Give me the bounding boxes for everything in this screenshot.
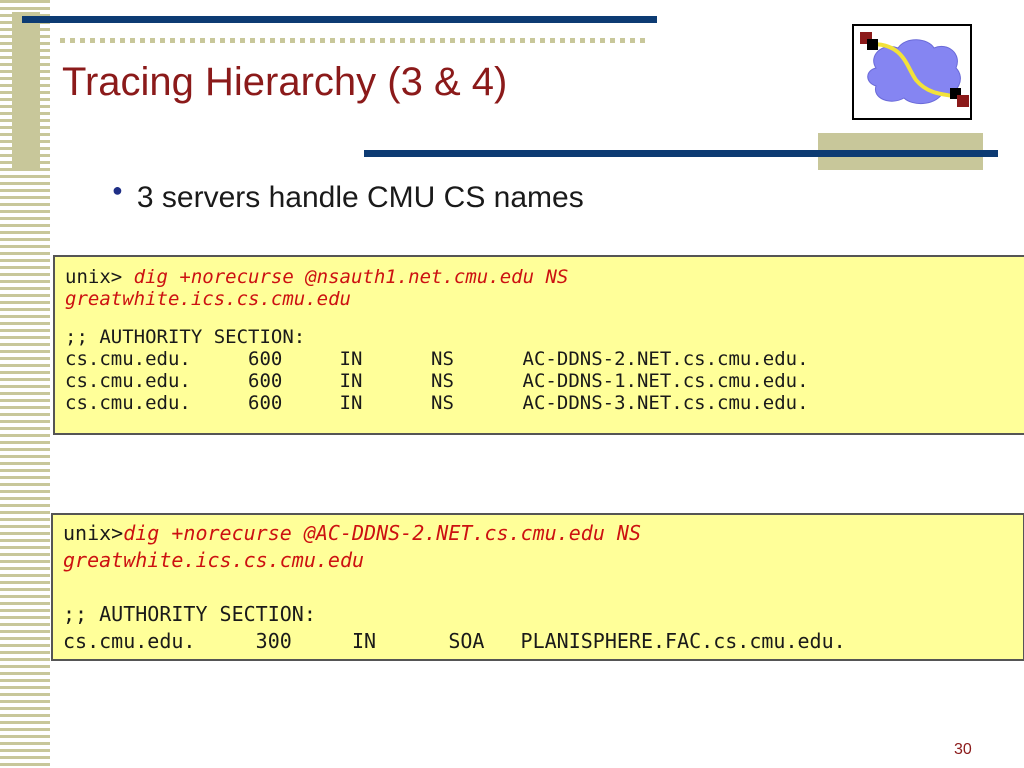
top-rule: [22, 16, 657, 23]
bullet-item: ● 3 servers handle CMU CS names: [112, 180, 584, 216]
left-solid-decoration: [12, 12, 40, 170]
dig-output-box-2: unix>dig +norecurse @AC-DDNS-2.NET.cs.cm…: [51, 513, 1024, 661]
slide-title: Tracing Hierarchy (3 & 4): [62, 60, 508, 104]
shell-prompt: unix>: [65, 266, 134, 288]
dig-command-continuation: greatwhite.ics.cs.cmu.edu: [63, 548, 365, 572]
network-cloud-svg: [860, 32, 969, 107]
authority-section-header: ;; AUTHORITY SECTION:: [63, 602, 316, 626]
page-number: 30: [954, 741, 972, 758]
dig-command: dig +norecurse @AC-DDNS-2.NET.cs.cmu.edu…: [123, 521, 641, 545]
dig-output-box-1: unix> dig +norecurse @nsauth1.net.cmu.ed…: [53, 255, 1024, 435]
dns-record-line: cs.cmu.edu. 600 IN NS AC-DDNS-1.NET.cs.c…: [65, 370, 809, 392]
dig-command: dig +norecurse @nsauth1.net.cmu.edu NS: [133, 266, 569, 288]
command-line: unix> dig +norecurse @nsauth1.net.cmu.ed…: [65, 266, 1024, 288]
bullet-text: 3 servers handle CMU CS names: [136, 181, 584, 214]
command-line: unix>dig +norecurse @AC-DDNS-2.NET.cs.cm…: [63, 520, 1023, 547]
dns-record-line: cs.cmu.edu. 300 IN SOA PLANISPHERE.FAC.c…: [63, 629, 846, 653]
dns-record-line: cs.cmu.edu. 600 IN NS AC-DDNS-2.NET.cs.c…: [65, 348, 809, 370]
shell-prompt: unix>: [63, 521, 124, 545]
header-rule: [364, 150, 998, 157]
authority-section-header: ;; AUTHORITY SECTION:: [65, 326, 306, 348]
network-cloud-logo-icon: [852, 24, 972, 120]
dig-command-continuation: greatwhite.ics.cs.cmu.edu: [65, 288, 351, 310]
bullet-dot-icon: ●: [112, 180, 123, 200]
dashed-rule: [60, 38, 648, 43]
dns-record-line: cs.cmu.edu. 600 IN NS AC-DDNS-3.NET.cs.c…: [65, 392, 809, 414]
